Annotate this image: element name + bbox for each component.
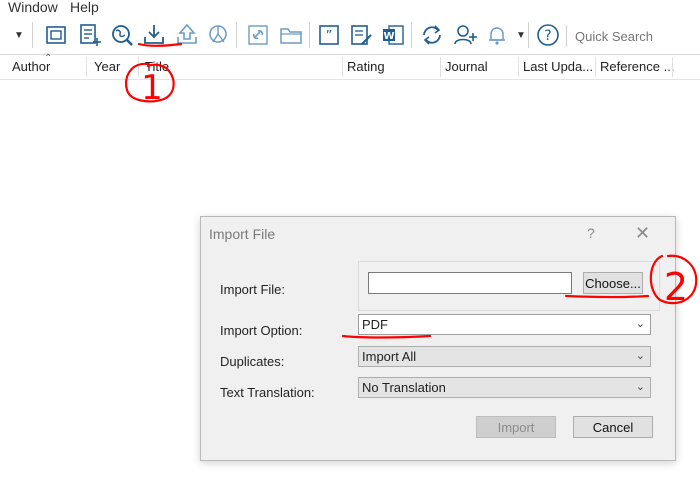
dialog-title: Import File (209, 226, 276, 242)
svg-text:W: W (383, 31, 394, 42)
import-option-value: PDF (362, 317, 388, 332)
duplicates-label: Duplicates: (220, 354, 285, 369)
menu-bar: Window Help (0, 0, 700, 16)
import-option-select[interactable]: PDF ⌄ (358, 314, 651, 335)
notification-icon[interactable] (480, 16, 514, 54)
text-translation-label: Text Translation: (220, 385, 315, 400)
chevron-down-icon: ⌄ (635, 318, 645, 330)
import-file-input[interactable] (368, 272, 572, 294)
import-file-label: Import File: (220, 282, 286, 297)
toolbar-separator (528, 22, 529, 48)
group-icon[interactable] (39, 16, 73, 54)
import-button[interactable]: Import (476, 416, 556, 438)
column-journal[interactable]: Journal (445, 59, 488, 74)
notification-dropdown-arrow[interactable]: ▼ (516, 30, 526, 41)
close-icon[interactable]: ✕ (635, 223, 650, 244)
online-search-icon[interactable] (105, 16, 139, 54)
groups-dropdown-arrow[interactable]: ▼ (14, 30, 24, 41)
column-divider[interactable] (595, 57, 596, 77)
cancel-button[interactable]: Cancel (573, 416, 653, 438)
svg-text:?: ? (544, 28, 551, 44)
import-file-dialog: Import File ? ✕ Import File: Choose... I… (200, 216, 676, 461)
duplicates-select[interactable]: Import All ⌄ (358, 346, 651, 367)
import-option-label: Import Option: (220, 323, 303, 338)
toolbar: ▼ ” W ▼ ? (0, 16, 700, 55)
column-year[interactable]: Year (94, 59, 120, 74)
dialog-help-button[interactable]: ? (587, 225, 595, 241)
sort-caret-icon: ⌃ (44, 53, 53, 64)
column-rating[interactable]: Rating (347, 59, 385, 74)
quick-search-input[interactable] (566, 25, 700, 47)
sync-icon[interactable] (415, 16, 449, 54)
column-divider[interactable] (672, 57, 673, 77)
toolbar-separator (32, 22, 33, 48)
column-last-updated[interactable]: Last Upda... (523, 59, 593, 74)
share-user-icon[interactable] (448, 16, 482, 54)
import-icon[interactable] (137, 16, 171, 54)
menu-window[interactable]: Window (8, 0, 58, 15)
column-header-row: Author ⌃ Year Title Rating Journal Last … (0, 53, 700, 80)
menu-help[interactable]: Help (70, 0, 99, 15)
choose-button[interactable]: Choose... (583, 272, 643, 294)
column-divider[interactable] (86, 57, 87, 77)
svg-text:”: ” (326, 29, 333, 44)
text-translation-select[interactable]: No Translation ⌄ (358, 377, 651, 398)
cite-icon[interactable]: ” (312, 16, 346, 54)
duplicates-value: Import All (362, 349, 417, 364)
column-reference-type[interactable]: Reference ... (600, 59, 674, 74)
toolbar-separator (309, 22, 310, 48)
toolbar-separator (411, 22, 412, 48)
word-icon[interactable]: W (376, 16, 410, 54)
column-divider[interactable] (342, 57, 343, 77)
chevron-down-icon: ⌄ (635, 350, 645, 362)
new-reference-icon[interactable] (73, 16, 107, 54)
help-icon[interactable]: ? (531, 16, 565, 54)
toolbar-separator (236, 22, 237, 48)
find-full-text-icon[interactable] (201, 16, 235, 54)
text-translation-value: No Translation (362, 380, 446, 395)
column-divider[interactable] (518, 57, 519, 77)
column-divider[interactable] (440, 57, 441, 77)
column-title[interactable]: Title (145, 59, 169, 74)
chevron-down-icon: ⌄ (635, 381, 645, 393)
column-divider[interactable] (138, 57, 139, 77)
export-icon[interactable] (170, 16, 204, 54)
edit-output-icon[interactable] (344, 16, 378, 54)
folder-icon[interactable] (274, 16, 308, 54)
link-icon[interactable] (241, 16, 275, 54)
